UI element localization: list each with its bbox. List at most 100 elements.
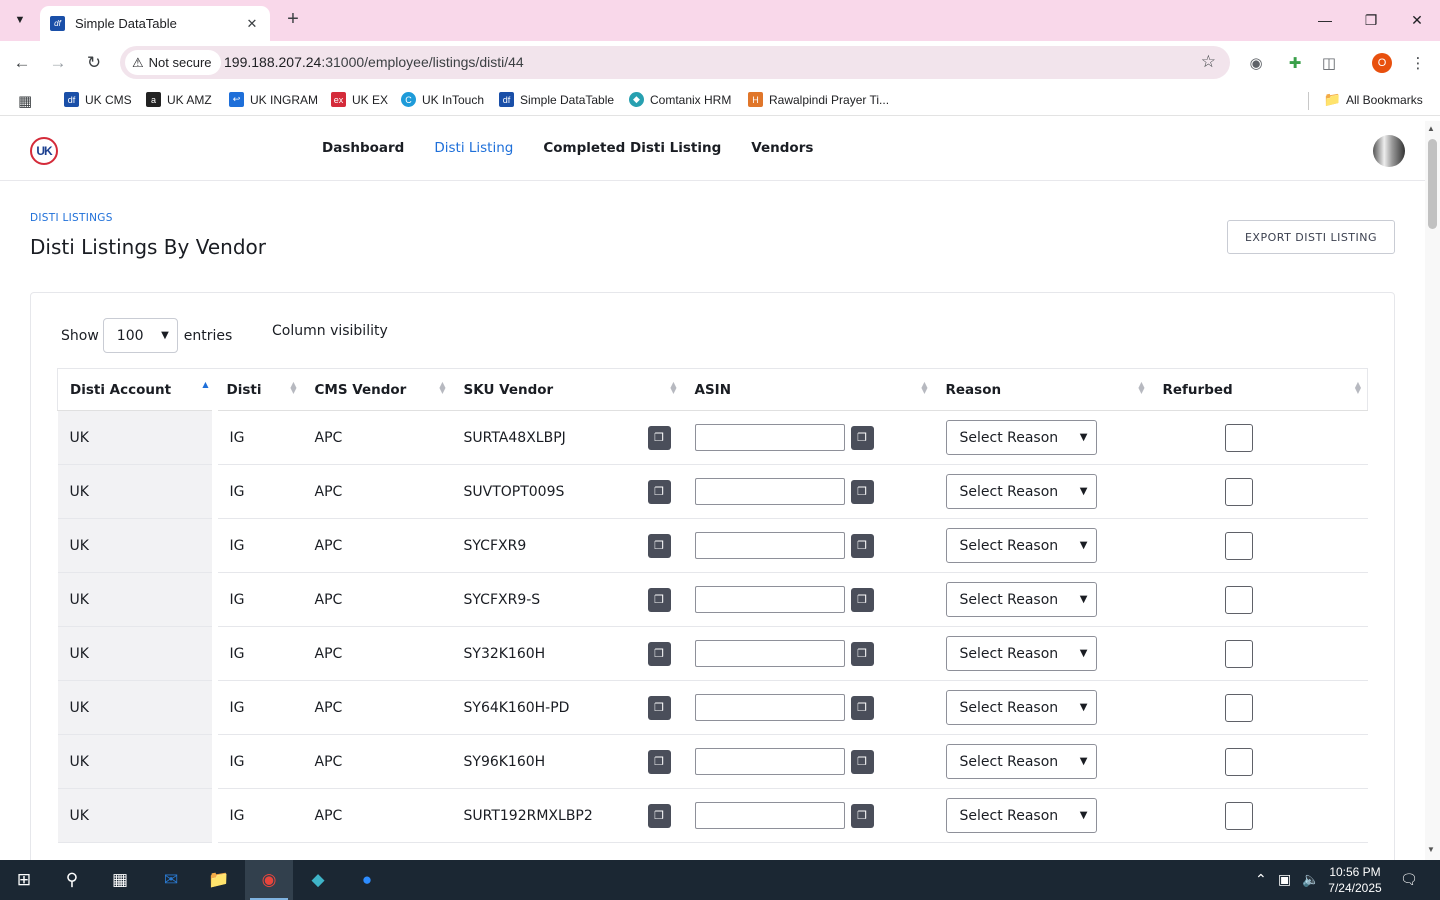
column-header-disti-account[interactable]: Disti Account ▲ (57, 368, 215, 411)
refurbed-checkbox[interactable] (1224, 693, 1253, 722)
copy-sku-button[interactable]: ❐ (647, 641, 671, 666)
new-tab-plus-icon[interactable]: + (282, 8, 304, 31)
refurbed-checkbox[interactable] (1224, 585, 1253, 614)
nav-completed-disti-listing[interactable]: Completed Disti Listing (543, 140, 721, 156)
refurbed-checkbox[interactable] (1224, 801, 1253, 830)
forward-arrow-icon[interactable]: → (45, 50, 71, 76)
copy-sku-button[interactable]: ❐ (647, 587, 671, 612)
profile-avatar[interactable]: O (1372, 53, 1392, 73)
copy-sku-button[interactable]: ❐ (647, 749, 671, 774)
refurbed-checkbox[interactable] (1224, 639, 1253, 668)
bookmark-uk-ingram[interactable]: ↩ UK INGRAM (229, 92, 318, 107)
paste-asin-button[interactable]: ❐ (850, 479, 874, 504)
back-arrow-icon[interactable]: ← (9, 50, 35, 76)
nav-dashboard[interactable]: Dashboard (322, 140, 404, 156)
page-scrollbar[interactable]: ▲ ▼ (1425, 121, 1440, 860)
asin-input[interactable] (694, 478, 845, 505)
tab-close-icon[interactable]: ✕ (244, 16, 260, 32)
column-header-reason[interactable]: Reason ▲ ▼ (933, 368, 1151, 411)
bookmark-uk-amz[interactable]: a UK AMZ (146, 92, 212, 107)
asin-input[interactable] (694, 640, 845, 667)
reason-select[interactable]: Select Reason ▼ (945, 690, 1097, 725)
chrome-icon[interactable]: ◉ (255, 866, 283, 894)
asin-input[interactable] (694, 424, 845, 451)
user-avatar[interactable] (1373, 135, 1405, 167)
entries-select[interactable]: 100 ▼ (102, 318, 178, 353)
copy-sku-button[interactable]: ❐ (647, 425, 671, 450)
tab-search-chevron-icon[interactable]: ▼ (6, 7, 34, 33)
windows-start-icon[interactable]: ⊞ (10, 866, 38, 894)
paste-asin-button[interactable]: ❐ (850, 749, 874, 774)
bookmark-uk-ex[interactable]: ex UK EX (331, 92, 388, 107)
column-header-sku-vendor[interactable]: SKU Vendor ▲ ▼ (451, 368, 683, 411)
url-text[interactable]: 199.188.207.24:31000/employee/listings/d… (224, 54, 524, 70)
nav-vendors[interactable]: Vendors (751, 140, 813, 156)
browser-tab[interactable]: df Simple DataTable ✕ (40, 6, 270, 41)
copy-sku-button[interactable]: ❐ (647, 803, 671, 828)
reason-select[interactable]: Select Reason ▼ (945, 474, 1097, 509)
column-header-refurbed[interactable]: Refurbed ▲ ▼ (1150, 368, 1368, 411)
notification-center-icon[interactable]: 🗨 (1400, 871, 1418, 888)
column-header-cms-vendor[interactable]: CMS Vendor ▲ ▼ (302, 368, 452, 411)
reason-select[interactable]: Select Reason ▼ (945, 636, 1097, 671)
refurbed-checkbox[interactable] (1224, 423, 1253, 452)
reload-icon[interactable]: ↻ (81, 50, 107, 76)
system-clock[interactable]: 10:56 PM 7/24/2025 (1318, 864, 1392, 896)
asin-input[interactable] (694, 694, 845, 721)
export-disti-listing-button[interactable]: EXPORT DISTI LISTING (1227, 220, 1395, 254)
bookmark-simple-datatable[interactable]: df Simple DataTable (499, 92, 614, 107)
minimize-button[interactable]: — (1302, 0, 1348, 40)
refurbed-checkbox[interactable] (1224, 531, 1253, 560)
column-header-disti[interactable]: Disti ▲ ▼ (214, 368, 303, 411)
task-view-icon[interactable]: ▦ (106, 866, 134, 894)
paste-asin-button[interactable]: ❐ (850, 641, 874, 666)
paste-asin-button[interactable]: ❐ (850, 803, 874, 828)
bookmark-uk-intouch[interactable]: C UK InTouch (401, 92, 484, 107)
reason-select[interactable]: Select Reason ▼ (945, 798, 1097, 833)
paste-asin-button[interactable]: ❐ (850, 695, 874, 720)
network-icon[interactable]: ▣ (1278, 871, 1291, 888)
file-explorer-icon[interactable]: 📁 (205, 866, 233, 894)
apps-grid-icon[interactable]: ▦ (18, 92, 32, 110)
kebab-menu-icon[interactable]: ⋮ (1407, 52, 1429, 74)
copy-sku-button[interactable]: ❐ (647, 695, 671, 720)
reason-select[interactable]: Select Reason ▼ (945, 420, 1097, 455)
refurbed-checkbox[interactable] (1224, 477, 1253, 506)
bookmark-star-icon[interactable]: ☆ (1201, 52, 1216, 72)
asin-input[interactable] (694, 802, 845, 829)
paste-asin-button[interactable]: ❐ (850, 533, 874, 558)
tray-chevron-up-icon[interactable]: ⌃ (1255, 871, 1267, 888)
security-chip[interactable]: ⚠ Not secure (125, 50, 221, 75)
asin-input[interactable] (694, 532, 845, 559)
outlook-icon[interactable]: ✉ (157, 866, 185, 894)
copy-sku-button[interactable]: ❐ (647, 533, 671, 558)
bookmark-comtanix-hrm[interactable]: ◆ Comtanix HRM (629, 92, 731, 107)
refurbed-checkbox[interactable] (1224, 747, 1253, 776)
asin-input[interactable] (694, 748, 845, 775)
close-window-button[interactable]: ✕ (1394, 0, 1440, 40)
reason-select[interactable]: Select Reason ▼ (945, 528, 1097, 563)
address-bar[interactable]: ⚠ Not secure 199.188.207.24:31000/employ… (120, 46, 1230, 79)
extension-puzzle-green-icon[interactable]: ✚ (1284, 52, 1306, 74)
reason-select[interactable]: Select Reason ▼ (945, 744, 1097, 779)
app-diamond-icon[interactable]: ◆ (304, 866, 332, 894)
volume-muted-icon[interactable]: 🔈 (1302, 871, 1319, 888)
bookmark-rawalpindi-prayer[interactable]: H Rawalpindi Prayer Ti... (748, 92, 889, 107)
extensions-puzzle-icon[interactable]: ◫ (1318, 52, 1340, 74)
column-header-asin[interactable]: ASIN ▲ ▼ (682, 368, 934, 411)
copy-sku-button[interactable]: ❐ (647, 479, 671, 504)
uk-logo[interactable]: UK (30, 137, 58, 165)
reason-select[interactable]: Select Reason ▼ (945, 582, 1097, 617)
paste-asin-button[interactable]: ❐ (850, 425, 874, 450)
bookmark-uk-cms[interactable]: df UK CMS (64, 92, 132, 107)
zoom-icon[interactable]: ● (353, 866, 381, 894)
nav-disti-listing[interactable]: Disti Listing (434, 140, 513, 156)
scroll-up-arrow-icon[interactable]: ▲ (1427, 124, 1435, 133)
globe-icon[interactable]: ◉ (1245, 52, 1267, 74)
asin-input[interactable] (694, 586, 845, 613)
scroll-thumb[interactable] (1428, 139, 1437, 229)
scroll-down-arrow-icon[interactable]: ▼ (1427, 845, 1435, 854)
column-visibility-button[interactable]: Column visibility (272, 323, 388, 339)
restore-button[interactable]: ❐ (1348, 0, 1394, 40)
all-bookmarks[interactable]: 📁 All Bookmarks (1324, 91, 1423, 107)
